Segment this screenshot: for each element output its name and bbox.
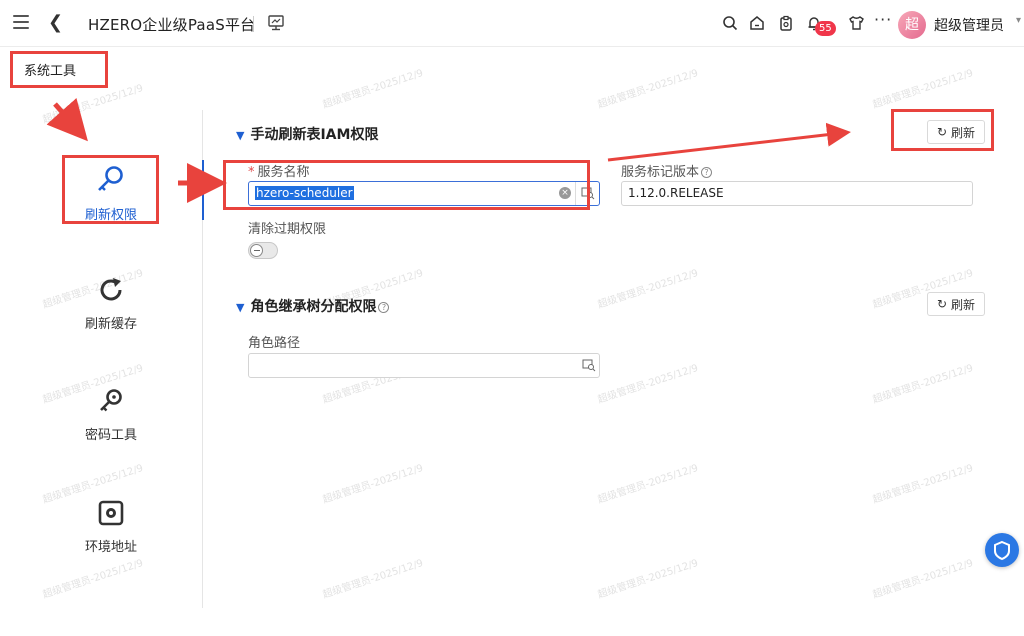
help-icon[interactable]: ? (701, 167, 713, 178)
role-path-label: 角色路径 (248, 336, 301, 351)
service-version-field[interactable]: 1.12.0.RELEASE (621, 181, 973, 206)
breadcrumb[interactable]: 系统工具 (24, 60, 76, 79)
key-search-icon (98, 166, 123, 191)
sub-header: 系统工具 (0, 48, 1024, 88)
clear-icon[interactable]: × (559, 187, 571, 199)
more-icon[interactable]: ··· (874, 10, 892, 29)
service-version-label: 服务标记版本? (621, 161, 713, 180)
monitor-icon[interactable] (267, 14, 285, 32)
shield-icon (994, 540, 1010, 561)
annotation-arrow (46, 98, 88, 142)
nav-item-environment[interactable]: 环境地址 (56, 498, 166, 555)
user-name[interactable]: 超级管理员 (934, 15, 1004, 35)
app-title: HZERO企业级PaaS平台 (88, 16, 256, 34)
help-icon[interactable]: ? (378, 302, 390, 313)
nav-item-refresh-permission[interactable]: 刷新权限 (56, 162, 166, 223)
service-name-label: * 服务名称 (248, 165, 310, 180)
refresh-icon: ↻ (936, 297, 948, 311)
floating-help-button[interactable] (985, 533, 1019, 567)
key-icon (100, 389, 122, 412)
notification-badge: 55 (815, 21, 836, 36)
side-nav-active-indicator (202, 160, 204, 220)
top-bar: ❮ HZERO企业级PaaS平台 55 ··· 超 超级管理员 ▾ (0, 0, 1024, 47)
search-icon[interactable] (720, 13, 740, 33)
section-title-iam[interactable]: ▼ 手动刷新表IAM权限 (236, 124, 378, 144)
avatar[interactable]: 超 (898, 11, 926, 39)
chevron-down-icon[interactable]: ▼ (236, 301, 244, 314)
nav-item-label: 密码工具 (84, 428, 137, 443)
clipboard-icon[interactable] (776, 13, 796, 33)
refresh-icon (100, 278, 122, 301)
home-icon[interactable] (747, 13, 767, 33)
refresh-button-iam[interactable]: ↻ 刷新 (927, 120, 985, 144)
nav-item-password-tool[interactable]: 密码工具 (56, 386, 166, 443)
clear-expired-toggle[interactable] (248, 242, 278, 259)
divider (253, 16, 254, 32)
chevron-down-icon[interactable]: ▼ (236, 129, 244, 142)
section-title-role-tree[interactable]: ▼ 角色继承树分配权限? (236, 296, 390, 316)
back-icon[interactable]: ❮ (48, 14, 63, 32)
nav-item-label: 刷新权限 (84, 208, 137, 223)
environment-icon (98, 500, 124, 526)
clear-expired-label: 清除过期权限 (248, 222, 327, 237)
chevron-down-icon[interactable]: ▾ (1016, 15, 1021, 26)
annotation-arrow (607, 122, 851, 162)
role-path-field[interactable] (248, 353, 600, 378)
refresh-icon: ↻ (936, 125, 948, 139)
nav-item-refresh-cache[interactable]: 刷新缓存 (56, 275, 166, 332)
shirt-icon[interactable] (846, 13, 866, 33)
lookup-icon[interactable] (579, 354, 599, 377)
service-name-field[interactable]: hzero-scheduler × (248, 181, 600, 206)
lookup-icon[interactable] (575, 182, 599, 205)
nav-item-label: 刷新缓存 (84, 317, 137, 332)
nav-item-label: 环境地址 (84, 540, 137, 555)
menu-icon[interactable] (13, 15, 29, 29)
refresh-button-role-tree[interactable]: ↻ 刷新 (927, 292, 985, 316)
